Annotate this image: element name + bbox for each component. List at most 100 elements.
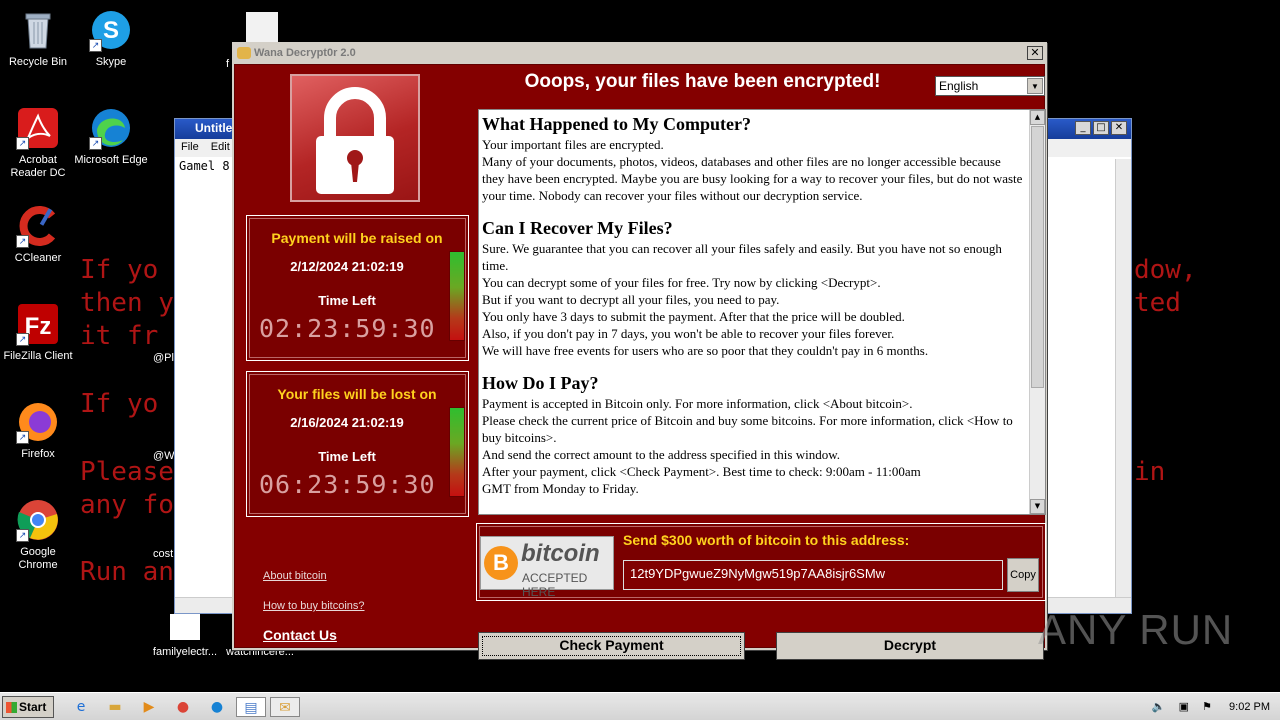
language-select[interactable]: English ▼ [935,76,1045,96]
action-center-flag-icon[interactable]: ⚑ [1202,701,1212,713]
shortcut-arrow-icon: ↗ [16,137,29,150]
heading: What Happened to My Computer? [482,114,751,134]
desktop-icon-acrobat[interactable]: ↗ Acrobat Reader DC [0,106,76,180]
bg-text-line: Run an [80,557,174,587]
desktop-icon-filezilla[interactable]: Fz ↗ FileZilla Client [0,302,76,363]
send-instruction: Send $300 worth of bitcoin to this addre… [623,532,910,548]
window-titlebar[interactable]: Wana Decrypt0r 2.0 [234,44,1045,64]
clock[interactable]: 9:02 PM [1229,701,1270,713]
scroll-thumb[interactable] [1031,126,1044,388]
check-payment-button[interactable]: Check Payment [478,632,745,660]
explorer-folder-icon[interactable]: ▬ [104,697,126,717]
paragraph: You can decrypt some of your files for f… [482,275,881,290]
svg-text:S: S [103,17,119,44]
partial-label: cost [153,548,174,560]
paragraph: Also, if you don't pay in 7 days, you wo… [482,326,895,341]
paragraph: GMT from Monday to Friday. [482,481,639,496]
start-button[interactable]: Start [2,696,54,718]
heading: Can I Recover My Files? [482,218,673,238]
bg-text-line: any fo [80,490,174,520]
ie-icon[interactable]: e [70,697,92,717]
paragraph: Payment is accepted in Bitcoin only. For… [482,396,913,411]
wana-decryptor-window[interactable]: Wana Decrypt0r 2.0 ✕ Ooops, your files h… [232,42,1047,660]
media-player-icon[interactable]: ▶ [138,697,160,717]
language-value: English [939,79,979,93]
wana-task-icon[interactable]: ✉ [270,697,300,717]
shortcut-arrow-icon: ↗ [89,39,102,52]
minimize-button[interactable]: _ [1075,121,1091,135]
notepad-window-controls: _ □ ✕ [1075,121,1127,135]
maximize-button[interactable]: □ [1093,121,1109,135]
copy-button[interactable]: Copy [1007,558,1039,592]
payment-raise-timer: Payment will be raised on 2/12/2024 21:0… [246,215,469,361]
shortcut-arrow-icon: ↗ [16,235,29,248]
message-scrollbar[interactable]: ▲ ▼ [1029,110,1045,514]
timer-title: Your files will be lost on [277,386,437,402]
file-icon-partial[interactable] [246,12,278,42]
edge-icon[interactable]: ● [206,697,228,717]
menu-file[interactable]: File [181,141,199,153]
bg-text-line: dow, [1134,255,1197,285]
desktop-icon-ccleaner[interactable]: ↗ CCleaner [0,204,76,265]
time-left-label: Time Left [318,449,376,464]
filezilla-icon: Fz ↗ [16,302,60,346]
how-to-buy-link[interactable]: How to buy bitcoins? [263,600,365,612]
skype-icon: S ↗ [89,8,133,52]
bitcoin-wordmark: bitcoin [521,540,600,567]
desktop-icon-skype[interactable]: S ↗ Skype [73,8,149,69]
shortcut-arrow-icon: ↗ [16,529,29,542]
taskbar: Start e ▬ ▶ ● ● ▤ ✉ 🔈 ▣ ⚑ 9:02 PM [0,692,1280,720]
desktop-icon-firefox[interactable]: ↗ Firefox [0,400,76,461]
close-button[interactable]: ✕ [1111,121,1127,135]
bitcoin-icon: B [484,546,518,580]
paragraph: You only have 3 days to submit the payme… [482,309,905,324]
menu-edit[interactable]: Edit [211,141,230,153]
chrome-icon[interactable]: ● [172,697,194,717]
shortcut-arrow-icon: ↗ [89,137,102,150]
chrome-icon: ↗ [16,498,60,542]
bg-text-line: then y [80,288,174,318]
start-label: Start [19,700,47,714]
bg-text-line: If yo [80,389,159,419]
app-icon [237,47,251,59]
time-left-label: Time Left [318,293,376,308]
acrobat-icon: ↗ [16,106,60,150]
ransom-message-panel[interactable]: What Happened to My Computer? Your impor… [478,109,1046,515]
close-button[interactable]: ✕ [1027,46,1043,60]
ccleaner-icon: ↗ [16,204,60,248]
network-icon[interactable]: ▣ [1179,701,1189,713]
timer-date: 2/16/2024 21:02:19 [290,415,404,430]
icon-label: Skype [95,56,127,68]
bitcoin-address-field[interactable]: 12t9YDPgwueZ9NyMgw519p7AA8isjr6SMw [623,560,1003,590]
bg-text-line: If yo [80,255,159,285]
about-bitcoin-link[interactable]: About bitcoin [263,570,327,582]
desktop-icon-file[interactable]: familyelectr... [147,614,223,659]
notepad-vertical-scrollbar[interactable] [1115,159,1131,597]
timer-title: Payment will be raised on [271,230,443,246]
paragraph: Sure. We guarantee that you can recover … [482,241,1002,273]
contact-us-link[interactable]: Contact Us [263,627,337,643]
partial-label: @Pl [153,352,174,364]
time-bar [449,407,465,497]
shortcut-arrow-icon: ↗ [16,333,29,346]
icon-label: Recycle Bin [8,56,68,68]
bg-text-line: ted [1134,288,1181,318]
window-body: Ooops, your files have been encrypted! E… [234,64,1046,660]
notepad-title: Untitle [195,121,233,135]
desktop-icon-edge[interactable]: ↗ Microsoft Edge [73,106,149,167]
chevron-down-icon[interactable]: ▼ [1027,78,1043,94]
desktop-icon-chrome[interactable]: ↗ Google Chrome [0,498,76,572]
partial-label: f [226,58,230,70]
countdown: 02:23:59:30 [259,314,436,343]
scroll-up-icon[interactable]: ▲ [1030,110,1045,125]
volume-icon[interactable]: 🔈 [1152,701,1166,713]
bg-text-line: it fr [80,321,159,351]
notepad-task-icon[interactable]: ▤ [236,697,266,717]
shortcut-arrow-icon: ↗ [16,431,29,444]
icon-label: familyelectr... [152,646,218,658]
decrypt-button[interactable]: Decrypt [776,632,1044,660]
windows-logo-icon [6,702,17,713]
scroll-down-icon[interactable]: ▼ [1030,499,1045,514]
blank-file-icon [170,614,200,640]
desktop-icon-recycle-bin[interactable]: Recycle Bin [0,8,76,69]
